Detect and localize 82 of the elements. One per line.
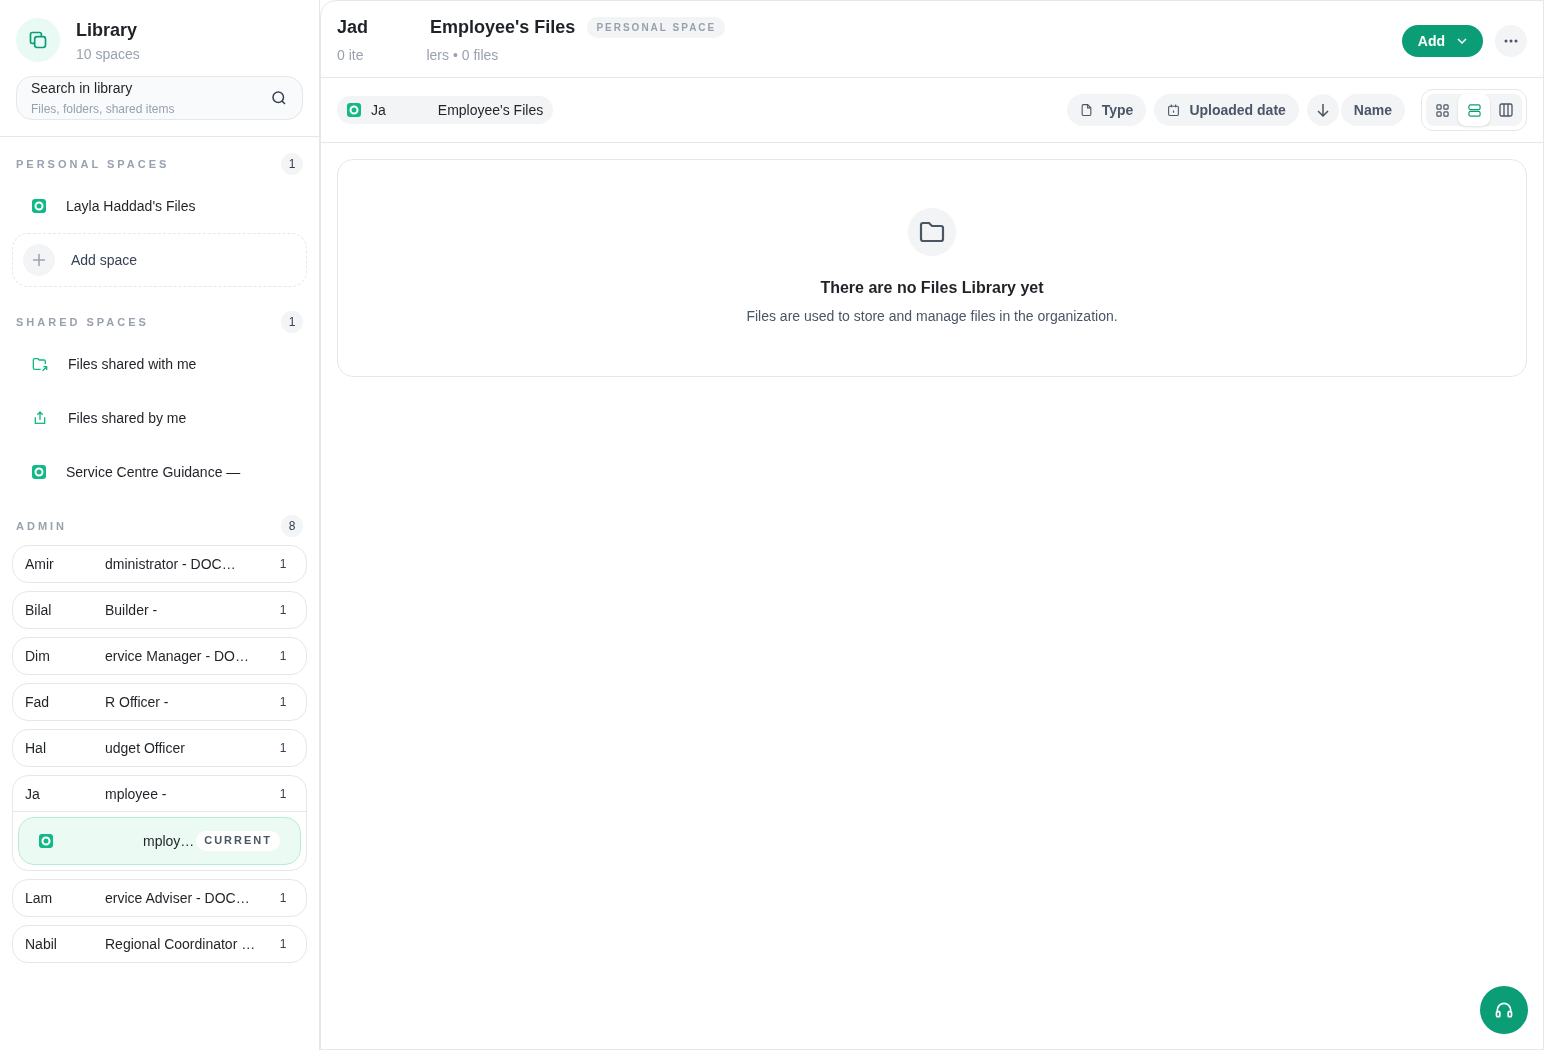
disk-icon bbox=[39, 834, 53, 848]
sort-field-button[interactable]: Name bbox=[1340, 94, 1405, 126]
member-role: udget Officer bbox=[105, 739, 186, 758]
share-icon bbox=[32, 410, 48, 426]
member-role: mployee - bbox=[105, 784, 168, 804]
member-name: Hal bbox=[25, 739, 47, 758]
empty-state-text: Files are used to store and manage files in the organization. bbox=[746, 307, 1118, 326]
disk-icon bbox=[347, 103, 361, 117]
count-badge: 1 bbox=[281, 311, 303, 333]
member-name: Nabil bbox=[25, 935, 58, 954]
item-count: lers • 0 files bbox=[426, 46, 499, 65]
current-badge: CURRENT bbox=[196, 831, 280, 851]
member-role: ervice Adviser - DOC… bbox=[105, 889, 251, 908]
empty-state-title: There are no Files Library yet bbox=[820, 278, 1044, 298]
more-icon bbox=[1504, 39, 1518, 43]
add-space-button[interactable]: Add space bbox=[12, 233, 307, 287]
count-label: 1 bbox=[278, 890, 288, 906]
member-role: Builder - bbox=[105, 601, 159, 620]
count-label: 1 bbox=[278, 785, 288, 802]
admin-space-item[interactable]: Lam ervice Adviser - DOC… 1 bbox=[12, 879, 307, 917]
library-title: Library bbox=[76, 19, 139, 42]
member-role: dministrator - DOC… bbox=[105, 555, 237, 574]
count-label: 1 bbox=[278, 694, 288, 710]
section-label: SHARED SPACES bbox=[16, 314, 149, 330]
plus-icon bbox=[23, 244, 55, 276]
search-field[interactable]: Search in library Files, folders, shared items bbox=[16, 76, 303, 120]
page-title: Employee's Files bbox=[430, 16, 576, 39]
section-label: PERSONAL SPACES bbox=[16, 156, 170, 172]
library-subtitle: 10 spaces bbox=[76, 45, 140, 64]
chevron-down-icon bbox=[1457, 38, 1467, 44]
arrow-down-icon bbox=[1316, 103, 1329, 117]
space-item[interactable]: Layla Haddad's Files bbox=[0, 179, 319, 233]
admin-space-item[interactable]: Dim ervice Manager - DO… 1 bbox=[12, 637, 307, 675]
calendar-icon bbox=[1167, 103, 1181, 117]
member-name: Dim bbox=[25, 647, 51, 666]
member-name: Bilal bbox=[25, 601, 53, 620]
space-item[interactable]: Service Centre Guidance — bbox=[0, 445, 319, 499]
help-button[interactable] bbox=[1480, 986, 1528, 1034]
member-name: Fad bbox=[25, 693, 51, 712]
personal-space-badge: PERSONAL SPACE bbox=[587, 16, 726, 38]
section-label: ADMIN bbox=[16, 518, 68, 534]
columns-icon bbox=[1499, 103, 1513, 117]
admin-space-item[interactable]: Bilal Builder - 1 bbox=[12, 591, 307, 629]
list-icon bbox=[1467, 103, 1481, 117]
count-label: 1 bbox=[278, 602, 288, 618]
admin-space-item[interactable]: Ja mployee - 1 bbox=[13, 776, 306, 812]
item-count: 0 ite bbox=[337, 46, 364, 65]
folder-icon bbox=[908, 208, 956, 256]
filter-button[interactable]: Uploaded date bbox=[1154, 94, 1299, 126]
member-role: ervice Manager - DO… bbox=[105, 647, 250, 666]
breadcrumb[interactable]: Ja Employee's Files bbox=[337, 96, 554, 124]
admin-space-item[interactable]: Fad R Officer - 1 bbox=[12, 683, 307, 721]
member-role: Regional Coordinator … bbox=[105, 935, 257, 954]
admin-space-item[interactable]: Amir dministrator - DOC… 1 bbox=[12, 545, 307, 583]
count-label: 1 bbox=[278, 648, 288, 664]
page-title: Jad bbox=[337, 16, 369, 39]
space-item[interactable]: Files shared by me bbox=[0, 391, 319, 445]
search-icon bbox=[270, 89, 288, 107]
disk-icon bbox=[32, 465, 46, 479]
admin-space-item[interactable]: Hal udget Officer 1 bbox=[12, 729, 307, 767]
copy-icon bbox=[28, 30, 48, 50]
current-space-item[interactable]: mploy… CURRENT bbox=[18, 817, 301, 865]
count-label: 1 bbox=[278, 936, 288, 952]
admin-space-item[interactable]: Nabil Regional Coordinator … 1 bbox=[12, 925, 307, 963]
member-name: Amir bbox=[25, 555, 55, 574]
sort-direction-button[interactable] bbox=[1306, 94, 1339, 126]
search-input[interactable]: Files, folders, shared items bbox=[31, 101, 231, 117]
disk-icon bbox=[32, 199, 46, 213]
headset-icon bbox=[1494, 1000, 1514, 1020]
count-label: 1 bbox=[278, 740, 288, 756]
folder-arrow-icon bbox=[32, 356, 48, 372]
filter-button[interactable]: Type bbox=[1066, 94, 1147, 126]
member-role: R Officer - bbox=[105, 693, 170, 712]
member-name: Lam bbox=[25, 889, 54, 908]
count-label: 1 bbox=[278, 556, 288, 572]
member-name: Ja bbox=[25, 784, 41, 804]
space-item[interactable]: Files shared with me bbox=[0, 337, 319, 391]
grid-icon bbox=[1435, 103, 1449, 117]
count-badge: 8 bbox=[281, 515, 303, 537]
view-toggle[interactable] bbox=[1458, 94, 1490, 126]
file-icon bbox=[1079, 103, 1093, 117]
count-badge: 1 bbox=[281, 153, 303, 175]
